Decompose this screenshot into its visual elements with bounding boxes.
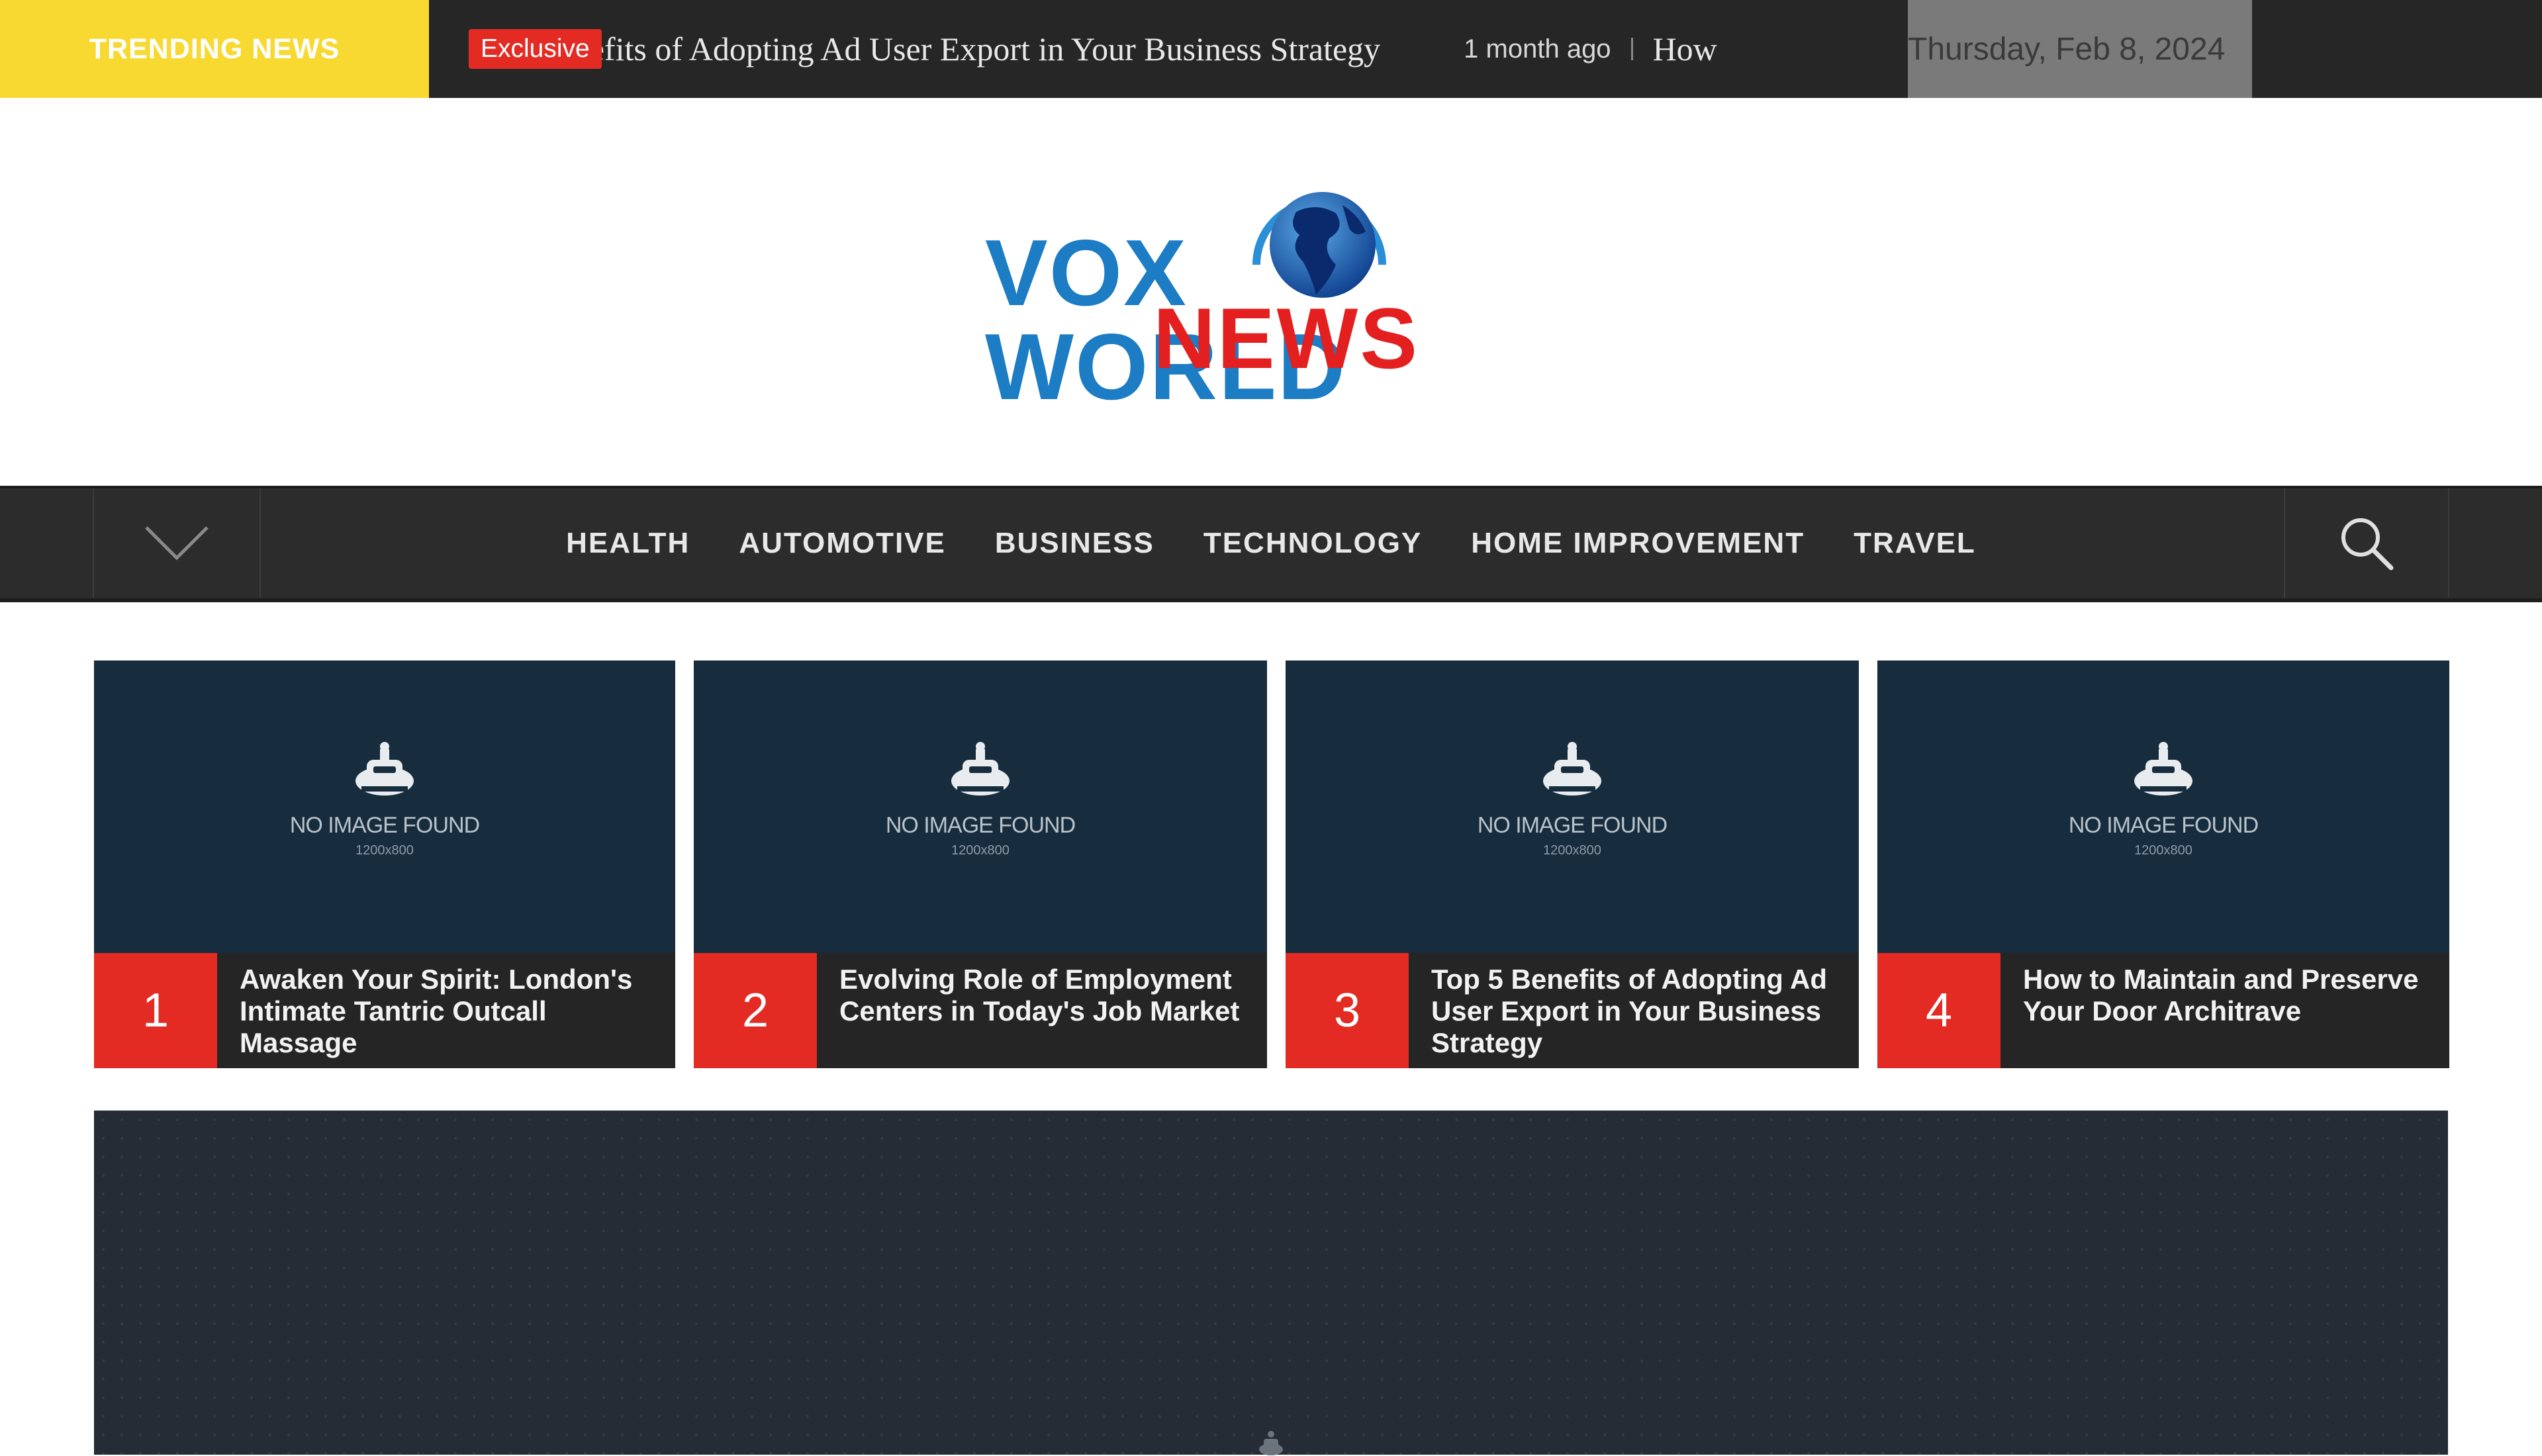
card-caption: 1 Awaken Your Spirit: London's Intimate …	[94, 953, 675, 1068]
card-caption: 4 How to Maintain and Preserve Your Door…	[1877, 953, 2449, 1068]
placeholder-text: NO IMAGE FOUND	[2068, 813, 2259, 838]
news-ticker[interactable]: Exclusive efits of Adopting Ad User Expo…	[429, 0, 1846, 98]
large-feature-image[interactable]	[94, 1111, 2448, 1455]
trending-bar: TRENDING NEWS Exclusive efits of Adoptin…	[0, 0, 2542, 98]
no-image-icon	[1543, 742, 1601, 796]
placeholder-text: NO IMAGE FOUND	[885, 813, 1076, 838]
card-number: 1	[94, 953, 217, 1068]
nav-item-health[interactable]: HEALTH	[566, 527, 690, 560]
card-number: 3	[1286, 953, 1409, 1068]
no-image-icon	[951, 742, 1010, 796]
search-icon	[2341, 518, 2394, 570]
placeholder-text: NO IMAGE FOUND	[1477, 813, 1668, 838]
card-title-link[interactable]: Evolving Role of Employment Centers in T…	[839, 964, 1254, 1027]
ticker-time: 1 month ago	[1464, 34, 1611, 64]
ticker-separator	[1630, 38, 1633, 60]
placeholder-text: NO IMAGE FOUND	[289, 813, 480, 838]
image-placeholder: NO IMAGE FOUND 1200x800	[1286, 660, 1859, 952]
image-placeholder: NO IMAGE FOUND 1200x800	[1877, 660, 2449, 952]
card-caption: 2 Evolving Role of Employment Centers in…	[694, 953, 1267, 1068]
card-title-link[interactable]: Top 5 Benefits of Adopting Ad User Expor…	[1431, 964, 1846, 1059]
nav-item-travel[interactable]: TRAVEL	[1854, 527, 1976, 560]
site-logo[interactable]: VOX WORLD NEWS	[973, 165, 1569, 414]
placeholder-size: 1200x800	[355, 843, 414, 858]
card-number: 4	[1877, 953, 2001, 1068]
search-button[interactable]	[2284, 488, 2449, 598]
exclusive-badge: Exclusive	[469, 29, 602, 69]
placeholder-size: 1200x800	[2134, 843, 2192, 858]
date-area: Thursday, Feb 8, 2024	[1842, 0, 2542, 98]
placeholder-size: 1200x800	[1543, 843, 1601, 858]
logo-line2: NEWS	[1153, 290, 1419, 387]
featured-post-card[interactable]: NO IMAGE FOUND 1200x800 3 Top 5 Benefits…	[1286, 660, 1859, 1068]
current-date: Thursday, Feb 8, 2024	[1908, 31, 2226, 67]
no-image-icon	[355, 742, 414, 796]
featured-post-card[interactable]: NO IMAGE FOUND 1200x800 1 Awaken Your Sp…	[94, 660, 675, 1068]
featured-post-card[interactable]: NO IMAGE FOUND 1200x800 4 How to Maintai…	[1877, 660, 2449, 1068]
card-title-link[interactable]: How to Maintain and Preserve Your Door A…	[2023, 964, 2436, 1027]
nav-item-business[interactable]: BUSINESS	[995, 527, 1154, 560]
nav-item-automotive[interactable]: AUTOMOTIVE	[739, 527, 946, 560]
no-image-icon	[2134, 742, 2192, 796]
placeholder-size: 1200x800	[951, 843, 1010, 858]
nav-item-technology[interactable]: TECHNOLOGY	[1203, 527, 1422, 560]
no-image-icon	[1259, 1431, 1283, 1455]
ticker-next-headline-link[interactable]: How	[1653, 30, 1717, 68]
ticker-headline-link[interactable]: efits of Adopting Ad User Export in Your…	[590, 30, 1380, 68]
card-number: 2	[694, 953, 817, 1068]
nav-item-home-improvement[interactable]: HOME IMPROVEMENT	[1471, 527, 1805, 560]
image-placeholder: NO IMAGE FOUND 1200x800	[94, 660, 675, 952]
featured-post-card[interactable]: NO IMAGE FOUND 1200x800 2 Evolving Role …	[694, 660, 1267, 1068]
trending-label: TRENDING NEWS	[0, 0, 429, 98]
main-nav: HEALTH AUTOMOTIVE BUSINESS TECHNOLOGY HO…	[0, 486, 2542, 602]
card-caption: 3 Top 5 Benefits of Adopting Ad User Exp…	[1286, 953, 1859, 1068]
card-title-link[interactable]: Awaken Your Spirit: London's Intimate Ta…	[240, 964, 662, 1059]
image-placeholder: NO IMAGE FOUND 1200x800	[694, 660, 1267, 952]
